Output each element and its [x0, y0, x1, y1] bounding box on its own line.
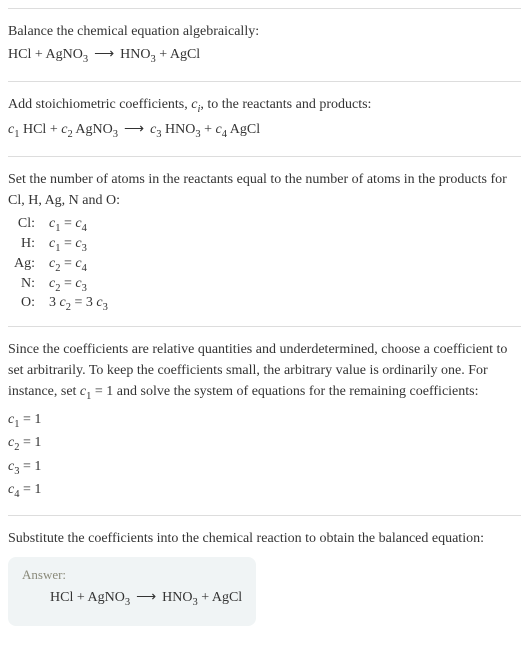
- list-item: c2 = 1: [8, 432, 521, 456]
- element-label: N:: [8, 275, 43, 295]
- equation-cell: 3 c2 = 3 c3: [43, 294, 114, 314]
- section-answer: Substitute the coefficients into the che…: [8, 515, 521, 638]
- product-hno3-base: HNO: [120, 47, 150, 62]
- atoms-table: Cl: c1 = c4 H: c1 = c3 Ag: c2 = c4 N: c2…: [8, 215, 114, 314]
- intro-text: Since the coefficients are relative quan…: [8, 339, 521, 405]
- s: 3: [103, 302, 108, 313]
- text-part: , to the reactants and products:: [200, 97, 371, 112]
- v: = 1: [19, 435, 41, 450]
- coef: 3: [86, 295, 97, 310]
- answer-label: Answer:: [22, 567, 242, 583]
- v: = 1: [19, 459, 41, 474]
- equation-cell: c2 = c4: [43, 255, 114, 275]
- table-row: H: c1 = c3: [8, 235, 114, 255]
- eq: =: [60, 256, 75, 271]
- arrow-icon: ⟶: [118, 122, 150, 137]
- section-atom-balance: Set the number of atoms in the reactants…: [8, 156, 521, 326]
- product-agcl: AgCl: [212, 590, 242, 605]
- s: 4: [82, 263, 87, 274]
- v: = 1: [19, 412, 41, 427]
- list-item: c3 = 1: [8, 456, 521, 480]
- equation-cell: c2 = c3: [43, 275, 114, 295]
- table-row: Ag: c2 = c4: [8, 255, 114, 275]
- plus: +: [46, 122, 61, 137]
- eq: =: [60, 276, 75, 291]
- product-agcl: AgCl: [170, 47, 200, 62]
- reactant-hcl: HCl: [8, 47, 31, 62]
- plus: +: [198, 590, 212, 605]
- p2: AgCl: [227, 122, 260, 137]
- plus: +: [73, 590, 87, 605]
- section-solve: Since the coefficients are relative quan…: [8, 326, 521, 515]
- equation-cell: c1 = c4: [43, 215, 114, 235]
- text-part: and solve the system of equations for th…: [113, 384, 478, 399]
- stoich-equation: c1 HCl + c2 AgNO3⟶c3 HNO3 + c4 AgCl: [8, 121, 521, 140]
- eq: =: [60, 216, 75, 231]
- list-item: c1 = 1: [8, 409, 521, 433]
- intro-text: Balance the chemical equation algebraica…: [8, 21, 521, 42]
- unbalanced-equation: HCl + AgNO3⟶HNO3 + AgCl: [8, 46, 521, 65]
- eq: =: [60, 236, 75, 251]
- s: 4: [82, 223, 87, 234]
- eq: =: [71, 295, 86, 310]
- eq: = 1: [91, 384, 113, 399]
- table-row: Cl: c1 = c4: [8, 215, 114, 235]
- r1: HCl: [19, 122, 46, 137]
- element-label: Cl:: [8, 215, 43, 235]
- section-balance-intro: Balance the chemical equation algebraica…: [8, 8, 521, 81]
- s: 3: [82, 282, 87, 293]
- balanced-equation: HCl + AgNO3⟶HNO3 + AgCl: [22, 589, 242, 608]
- plus: +: [156, 47, 170, 62]
- answer-box: Answer: HCl + AgNO3⟶HNO3 + AgCl: [8, 557, 256, 626]
- p1a: HNO: [162, 122, 196, 137]
- plus: +: [201, 122, 216, 137]
- equation-cell: c1 = c3: [43, 235, 114, 255]
- arrow-icon: ⟶: [88, 47, 120, 62]
- reactant-agno3-base: AgNO: [45, 47, 82, 62]
- s: 3: [82, 243, 87, 254]
- r2a: AgNO: [73, 122, 113, 137]
- coef: 3: [49, 295, 60, 310]
- intro-text: Set the number of atoms in the reactants…: [8, 169, 521, 211]
- text-part: Add stoichiometric coefficients,: [8, 97, 191, 112]
- list-item: c4 = 1: [8, 479, 521, 503]
- table-row: O: 3 c2 = 3 c3: [8, 294, 114, 314]
- section-add-coefficients: Add stoichiometric coefficients, ci, to …: [8, 81, 521, 156]
- element-label: Ag:: [8, 255, 43, 275]
- element-label: O:: [8, 294, 43, 314]
- arrow-icon: ⟶: [130, 590, 162, 605]
- coefficient-list: c1 = 1 c2 = 1 c3 = 1 c4 = 1: [8, 409, 521, 503]
- table-row: N: c2 = c3: [8, 275, 114, 295]
- intro-text: Add stoichiometric coefficients, ci, to …: [8, 94, 521, 118]
- element-label: H:: [8, 235, 43, 255]
- reactant-hcl: HCl: [50, 590, 73, 605]
- reactant-agno3-base: AgNO: [87, 590, 124, 605]
- product-hno3-base: HNO: [162, 590, 192, 605]
- plus: +: [31, 47, 45, 62]
- v: = 1: [19, 482, 41, 497]
- intro-text: Substitute the coefficients into the che…: [8, 528, 521, 549]
